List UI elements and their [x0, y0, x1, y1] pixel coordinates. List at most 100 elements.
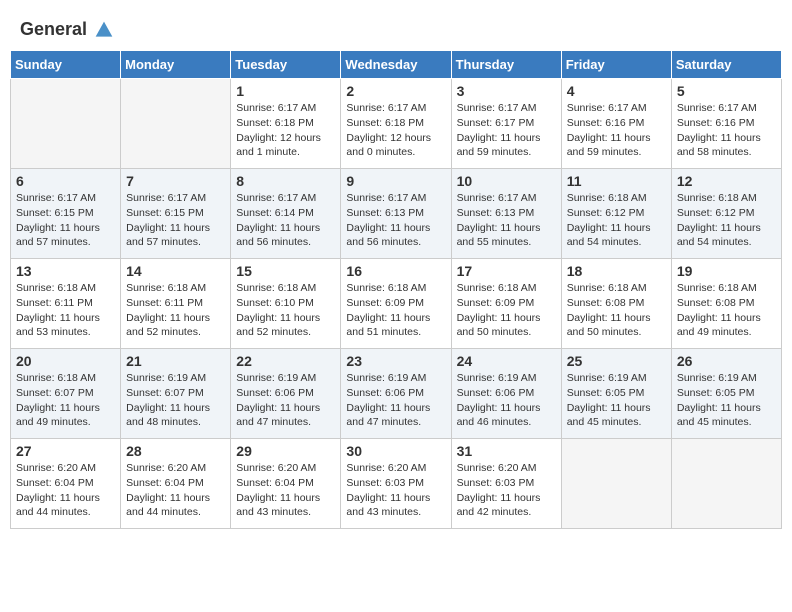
logo-icon — [94, 20, 114, 40]
cell-info: Sunrise: 6:18 AM Sunset: 6:08 PM Dayligh… — [677, 281, 776, 340]
header-friday: Friday — [561, 51, 671, 79]
calendar-cell: 29Sunrise: 6:20 AM Sunset: 6:04 PM Dayli… — [231, 439, 341, 529]
calendar-cell: 24Sunrise: 6:19 AM Sunset: 6:06 PM Dayli… — [451, 349, 561, 439]
calendar-cell: 14Sunrise: 6:18 AM Sunset: 6:11 PM Dayli… — [121, 259, 231, 349]
calendar-cell: 7 Sunrise: 6:17 AM Sunset: 6:15 PM Daylig… — [121, 169, 231, 259]
cell-info: Sunrise: 6:20 AM Sunset: 6:04 PM Dayligh… — [16, 461, 115, 520]
day-number: 26 — [677, 353, 776, 369]
header-monday: Monday — [121, 51, 231, 79]
cell-info: Sunrise: 6:18 AM Sunset: 6:09 PM Dayligh… — [346, 281, 445, 340]
calendar-week-3: 13 Sunrise: 6:18 AM Sunset: 6:11 PM Dayli… — [11, 259, 782, 349]
header-saturday: Saturday — [671, 51, 781, 79]
day-number: 19 — [677, 263, 776, 279]
calendar-cell: 26 Sunrise: 6:19 AM Sunset: 6:05 PM Dayli… — [671, 349, 781, 439]
calendar-cell: 5 Sunrise: 6:17 AM Sunset: 6:16 PM Daylig… — [671, 79, 781, 169]
day-number: 11 — [567, 173, 666, 189]
cell-info: Sunrise: 6:17 AM Sunset: 6:16 PM Dayligh… — [567, 101, 666, 160]
calendar-cell — [11, 79, 121, 169]
day-number: 9 — [346, 173, 445, 189]
day-number: 1 — [236, 83, 335, 99]
day-number: 5 — [677, 83, 776, 99]
calendar-table: SundayMondayTuesdayWednesdayThursdayFrid… — [10, 50, 782, 529]
header-wednesday: Wednesday — [341, 51, 451, 79]
calendar-cell: 3Sunrise: 6:17 AM Sunset: 6:17 PM Daylig… — [451, 79, 561, 169]
day-number: 30 — [346, 443, 445, 459]
calendar-cell — [561, 439, 671, 529]
logo-text: General — [20, 20, 114, 40]
day-number: 10 — [457, 173, 556, 189]
calendar-cell: 13 Sunrise: 6:18 AM Sunset: 6:11 PM Dayli… — [11, 259, 121, 349]
header-sunday: Sunday — [11, 51, 121, 79]
calendar-cell: 12 Sunrise: 6:18 AM Sunset: 6:12 PM Dayli… — [671, 169, 781, 259]
calendar-cell — [671, 439, 781, 529]
day-number: 31 — [457, 443, 556, 459]
calendar-cell: 23Sunrise: 6:19 AM Sunset: 6:06 PM Dayli… — [341, 349, 451, 439]
calendar-cell: 9 Sunrise: 6:17 AM Sunset: 6:13 PM Daylig… — [341, 169, 451, 259]
day-number: 23 — [346, 353, 445, 369]
cell-info: Sunrise: 6:18 AM Sunset: 6:08 PM Dayligh… — [567, 281, 666, 340]
cell-info: Sunrise: 6:17 AM Sunset: 6:16 PM Dayligh… — [677, 101, 776, 160]
cell-info: Sunrise: 6:18 AM Sunset: 6:11 PM Dayligh… — [126, 281, 225, 340]
day-number: 21 — [126, 353, 225, 369]
calendar-cell: 1 Sunrise: 6:17 AM Sunset: 6:18 PM Daylig… — [231, 79, 341, 169]
calendar-cell: 20 Sunrise: 6:18 AM Sunset: 6:07 PM Dayli… — [11, 349, 121, 439]
cell-info: Sunrise: 6:19 AM Sunset: 6:05 PM Dayligh… — [567, 371, 666, 430]
day-number: 13 — [16, 263, 115, 279]
calendar-cell: 6 Sunrise: 6:17 AM Sunset: 6:15 PM Daylig… — [11, 169, 121, 259]
calendar-cell: 8Sunrise: 6:17 AM Sunset: 6:14 PM Daylig… — [231, 169, 341, 259]
cell-info: Sunrise: 6:17 AM Sunset: 6:15 PM Dayligh… — [16, 191, 115, 250]
day-number: 28 — [126, 443, 225, 459]
day-number: 15 — [236, 263, 335, 279]
calendar-week-4: 20 Sunrise: 6:18 AM Sunset: 6:07 PM Dayli… — [11, 349, 782, 439]
cell-info: Sunrise: 6:18 AM Sunset: 6:09 PM Dayligh… — [457, 281, 556, 340]
day-number: 12 — [677, 173, 776, 189]
header-tuesday: Tuesday — [231, 51, 341, 79]
calendar-cell: 17 Sunrise: 6:18 AM Sunset: 6:09 PM Dayli… — [451, 259, 561, 349]
page-header: General — [10, 10, 782, 45]
cell-info: Sunrise: 6:17 AM Sunset: 6:15 PM Dayligh… — [126, 191, 225, 250]
cell-info: Sunrise: 6:18 AM Sunset: 6:07 PM Dayligh… — [16, 371, 115, 430]
cell-info: Sunrise: 6:17 AM Sunset: 6:18 PM Dayligh… — [236, 101, 335, 160]
calendar-cell: 4 Sunrise: 6:17 AM Sunset: 6:16 PM Daylig… — [561, 79, 671, 169]
day-number: 22 — [236, 353, 335, 369]
calendar-cell: 10 Sunrise: 6:17 AM Sunset: 6:13 PM Dayli… — [451, 169, 561, 259]
calendar-cell: 22 Sunrise: 6:19 AM Sunset: 6:06 PM Dayli… — [231, 349, 341, 439]
cell-info: Sunrise: 6:18 AM Sunset: 6:10 PM Dayligh… — [236, 281, 335, 340]
day-number: 27 — [16, 443, 115, 459]
day-number: 29 — [236, 443, 335, 459]
calendar-cell: 18 Sunrise: 6:18 AM Sunset: 6:08 PM Dayli… — [561, 259, 671, 349]
calendar-cell: 21 Sunrise: 6:19 AM Sunset: 6:07 PM Dayli… — [121, 349, 231, 439]
logo-line1: General — [20, 20, 114, 40]
calendar-cell: 28Sunrise: 6:20 AM Sunset: 6:04 PM Dayli… — [121, 439, 231, 529]
cell-info: Sunrise: 6:18 AM Sunset: 6:12 PM Dayligh… — [677, 191, 776, 250]
header-thursday: Thursday — [451, 51, 561, 79]
calendar-cell: 31Sunrise: 6:20 AM Sunset: 6:03 PM Dayli… — [451, 439, 561, 529]
cell-info: Sunrise: 6:18 AM Sunset: 6:11 PM Dayligh… — [16, 281, 115, 340]
calendar-cell: 30 Sunrise: 6:20 AM Sunset: 6:03 PM Dayli… — [341, 439, 451, 529]
cell-info: Sunrise: 6:19 AM Sunset: 6:06 PM Dayligh… — [457, 371, 556, 430]
cell-info: Sunrise: 6:17 AM Sunset: 6:17 PM Dayligh… — [457, 101, 556, 160]
cell-info: Sunrise: 6:17 AM Sunset: 6:13 PM Dayligh… — [346, 191, 445, 250]
calendar-cell: 15 Sunrise: 6:18 AM Sunset: 6:10 PM Dayli… — [231, 259, 341, 349]
day-number: 8 — [236, 173, 335, 189]
calendar-cell: 2 Sunrise: 6:17 AM Sunset: 6:18 PM Daylig… — [341, 79, 451, 169]
day-number: 20 — [16, 353, 115, 369]
day-number: 18 — [567, 263, 666, 279]
day-number: 25 — [567, 353, 666, 369]
calendar-cell: 19 Sunrise: 6:18 AM Sunset: 6:08 PM Dayli… — [671, 259, 781, 349]
day-number: 7 — [126, 173, 225, 189]
day-number: 17 — [457, 263, 556, 279]
day-number: 4 — [567, 83, 666, 99]
calendar-week-5: 27 Sunrise: 6:20 AM Sunset: 6:04 PM Dayli… — [11, 439, 782, 529]
cell-info: Sunrise: 6:17 AM Sunset: 6:18 PM Dayligh… — [346, 101, 445, 160]
day-number: 2 — [346, 83, 445, 99]
cell-info: Sunrise: 6:19 AM Sunset: 6:07 PM Dayligh… — [126, 371, 225, 430]
calendar-cell — [121, 79, 231, 169]
cell-info: Sunrise: 6:17 AM Sunset: 6:13 PM Dayligh… — [457, 191, 556, 250]
calendar-cell: 16Sunrise: 6:18 AM Sunset: 6:09 PM Dayli… — [341, 259, 451, 349]
day-number: 6 — [16, 173, 115, 189]
cell-info: Sunrise: 6:19 AM Sunset: 6:05 PM Dayligh… — [677, 371, 776, 430]
cell-info: Sunrise: 6:20 AM Sunset: 6:03 PM Dayligh… — [346, 461, 445, 520]
cell-info: Sunrise: 6:19 AM Sunset: 6:06 PM Dayligh… — [236, 371, 335, 430]
calendar-week-2: 6 Sunrise: 6:17 AM Sunset: 6:15 PM Daylig… — [11, 169, 782, 259]
